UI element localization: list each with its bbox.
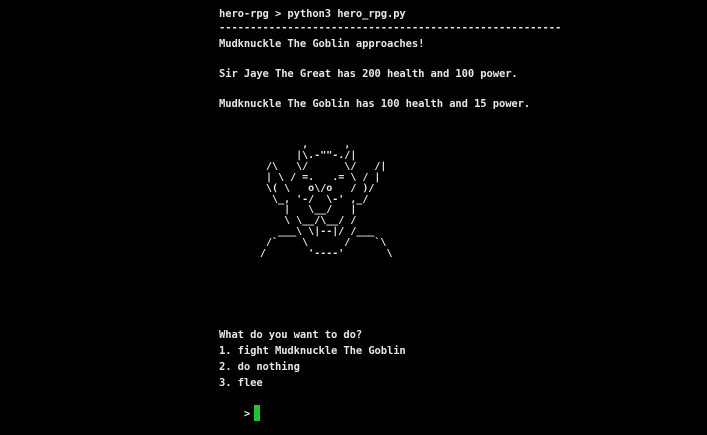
option-do-nothing: 2. do nothing (219, 361, 300, 373)
terminal-window[interactable]: hero-rpg > python3 hero_rpg.py ---------… (0, 0, 707, 421)
option-flee: 3. flee (219, 377, 263, 389)
enemy-status-message: Mudknuckle The Goblin has 100 health and… (219, 98, 531, 110)
input-line[interactable]: > (219, 391, 261, 435)
separator-line: ----------------------------------------… (219, 22, 562, 34)
enemy-approach-message: Mudknuckle The Goblin approaches! (219, 38, 425, 50)
hero-status-message: Sir Jaye The Great has 200 health and 10… (219, 68, 518, 80)
input-prompt-symbol: > (243, 408, 251, 420)
option-fight: 1. fight Mudknuckle The Goblin (219, 345, 406, 357)
goblin-ascii-art: , , |\.-""-./| /\ \/ \/ /| | \ / =. .= \… (260, 139, 393, 260)
action-question: What do you want to do? (219, 329, 363, 341)
command-prompt-line: hero-rpg > python3 hero_rpg.py (219, 8, 406, 20)
text-cursor[interactable] (254, 405, 261, 421)
